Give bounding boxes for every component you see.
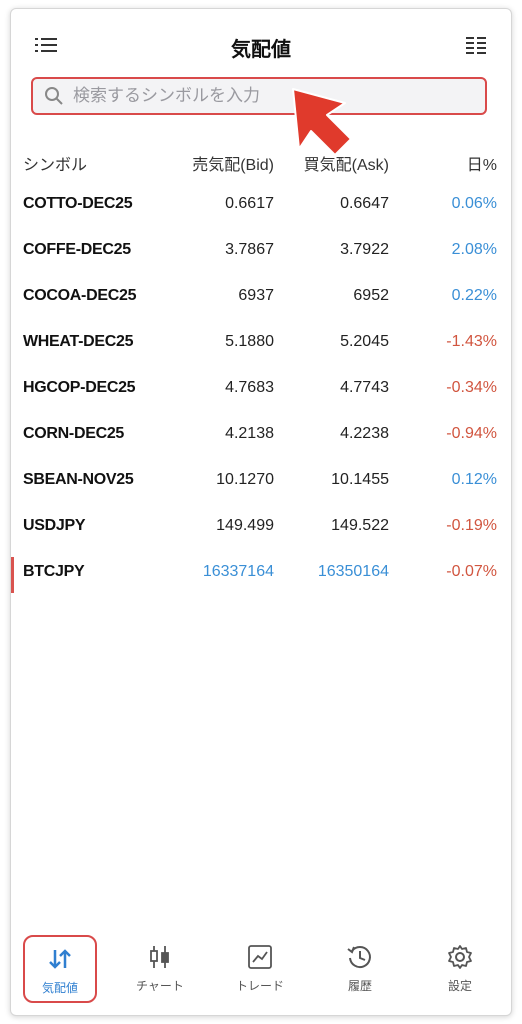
quote-list: COTTO-DEC25 0.6617 0.6647 0.06% COFFE-DE… bbox=[11, 183, 511, 597]
column-header-row: シンボル 売気配(Bid) 買気配(Ask) 日% bbox=[11, 145, 511, 175]
quote-ask: 5.2045 bbox=[340, 333, 389, 350]
quote-bid: 4.2138 bbox=[225, 425, 274, 442]
quote-ask: 16350164 bbox=[317, 563, 389, 580]
quote-change: -0.34% bbox=[446, 379, 497, 396]
tab-label: 履歴 bbox=[347, 979, 372, 993]
quote-symbol: CORN-DEC25 bbox=[23, 425, 125, 442]
tab-label: 設定 bbox=[447, 979, 472, 993]
quote-ask: 10.1455 bbox=[331, 471, 389, 488]
column-header-change: 日% bbox=[466, 157, 497, 174]
quote-symbol: WHEAT-DEC25 bbox=[23, 333, 134, 350]
app-window: 気配値 シンボル 売気配(Bid) 買気配(Ask) 日% COTTO-DEC2… bbox=[10, 8, 512, 1016]
gear-icon bbox=[448, 945, 472, 969]
search-input[interactable] bbox=[71, 85, 455, 107]
quote-bid: 4.7683 bbox=[225, 379, 274, 396]
column-header-symbol: シンボル bbox=[23, 157, 88, 174]
quote-ask: 149.522 bbox=[331, 517, 389, 534]
history-clock-icon bbox=[347, 946, 371, 969]
column-header-bid: 売気配(Bid) bbox=[192, 157, 274, 174]
quote-change: -0.07% bbox=[446, 563, 497, 580]
quote-symbol: BTCJPY bbox=[23, 563, 85, 580]
quote-symbol: SBEAN-NOV25 bbox=[23, 471, 134, 488]
quote-change: 2.08% bbox=[451, 241, 497, 258]
bottom-tab-bar: 気配値 チャート トレード 履歴 設定 bbox=[11, 925, 511, 1015]
tab-settings[interactable]: 設定 bbox=[423, 935, 497, 1003]
tab-label: トレード bbox=[235, 979, 284, 993]
tab-chart[interactable]: チャート bbox=[123, 935, 197, 1003]
quote-change: 0.06% bbox=[451, 195, 497, 212]
quote-change: -1.43% bbox=[446, 333, 497, 350]
quote-ask: 6952 bbox=[353, 287, 389, 304]
tab-label: 気配値 bbox=[41, 981, 78, 995]
quote-bid: 6937 bbox=[238, 287, 274, 304]
quote-row-selected[interactable]: BTCJPY 16337164 16350164 -0.07% bbox=[11, 551, 511, 597]
quote-bid: 3.7867 bbox=[225, 241, 274, 258]
quote-change: -0.19% bbox=[446, 517, 497, 534]
quote-ask: 3.7922 bbox=[340, 241, 389, 258]
tab-quotes[interactable]: 気配値 bbox=[23, 935, 97, 1003]
quote-bid: 5.1880 bbox=[225, 333, 274, 350]
quote-ask: 4.2238 bbox=[340, 425, 389, 442]
search-bar[interactable] bbox=[31, 77, 487, 115]
quote-change: -0.94% bbox=[446, 425, 497, 442]
trade-chart-icon bbox=[248, 945, 272, 969]
quote-change: 0.12% bbox=[451, 471, 497, 488]
quote-ask: 0.6647 bbox=[340, 195, 389, 212]
quote-ask: 4.7743 bbox=[340, 379, 389, 396]
quote-row[interactable]: COCOA-DEC25 6937 6952 0.22% bbox=[11, 275, 511, 321]
quote-row[interactable]: HGCOP-DEC25 4.7683 4.7743 -0.34% bbox=[11, 367, 511, 413]
quote-bid: 10.1270 bbox=[216, 471, 274, 488]
tab-trade[interactable]: トレード bbox=[223, 935, 297, 1003]
quotes-arrows-icon bbox=[49, 949, 71, 969]
quote-symbol: COCOA-DEC25 bbox=[23, 287, 137, 304]
quote-symbol: HGCOP-DEC25 bbox=[23, 379, 136, 396]
quote-bid: 0.6617 bbox=[225, 195, 274, 212]
quote-bid: 149.499 bbox=[216, 517, 274, 534]
page-title: 気配値 bbox=[231, 39, 291, 61]
search-icon bbox=[45, 87, 63, 105]
quote-bid: 16337164 bbox=[202, 563, 274, 580]
top-bar: 気配値 bbox=[11, 27, 511, 67]
quote-symbol: USDJPY bbox=[23, 517, 86, 534]
candlestick-icon bbox=[150, 946, 169, 968]
quote-change: 0.22% bbox=[451, 287, 497, 304]
column-header-ask: 買気配(Ask) bbox=[303, 157, 389, 174]
quote-row[interactable]: USDJPY 149.499 149.522 -0.19% bbox=[11, 505, 511, 551]
quote-symbol: COTTO-DEC25 bbox=[23, 195, 133, 212]
quote-symbol: COFFE-DEC25 bbox=[23, 241, 131, 258]
view-mode-icon[interactable] bbox=[463, 33, 489, 59]
quote-row[interactable]: COFFE-DEC25 3.7867 3.7922 2.08% bbox=[11, 229, 511, 275]
quote-row[interactable]: SBEAN-NOV25 10.1270 10.1455 0.12% bbox=[11, 459, 511, 505]
quote-row[interactable]: WHEAT-DEC25 5.1880 5.2045 -1.43% bbox=[11, 321, 511, 367]
tab-label: チャート bbox=[136, 979, 184, 993]
tab-history[interactable]: 履歴 bbox=[323, 935, 397, 1003]
quote-row[interactable]: CORN-DEC25 4.2138 4.2238 -0.94% bbox=[11, 413, 511, 459]
quote-row[interactable]: COTTO-DEC25 0.6617 0.6647 0.06% bbox=[11, 183, 511, 229]
